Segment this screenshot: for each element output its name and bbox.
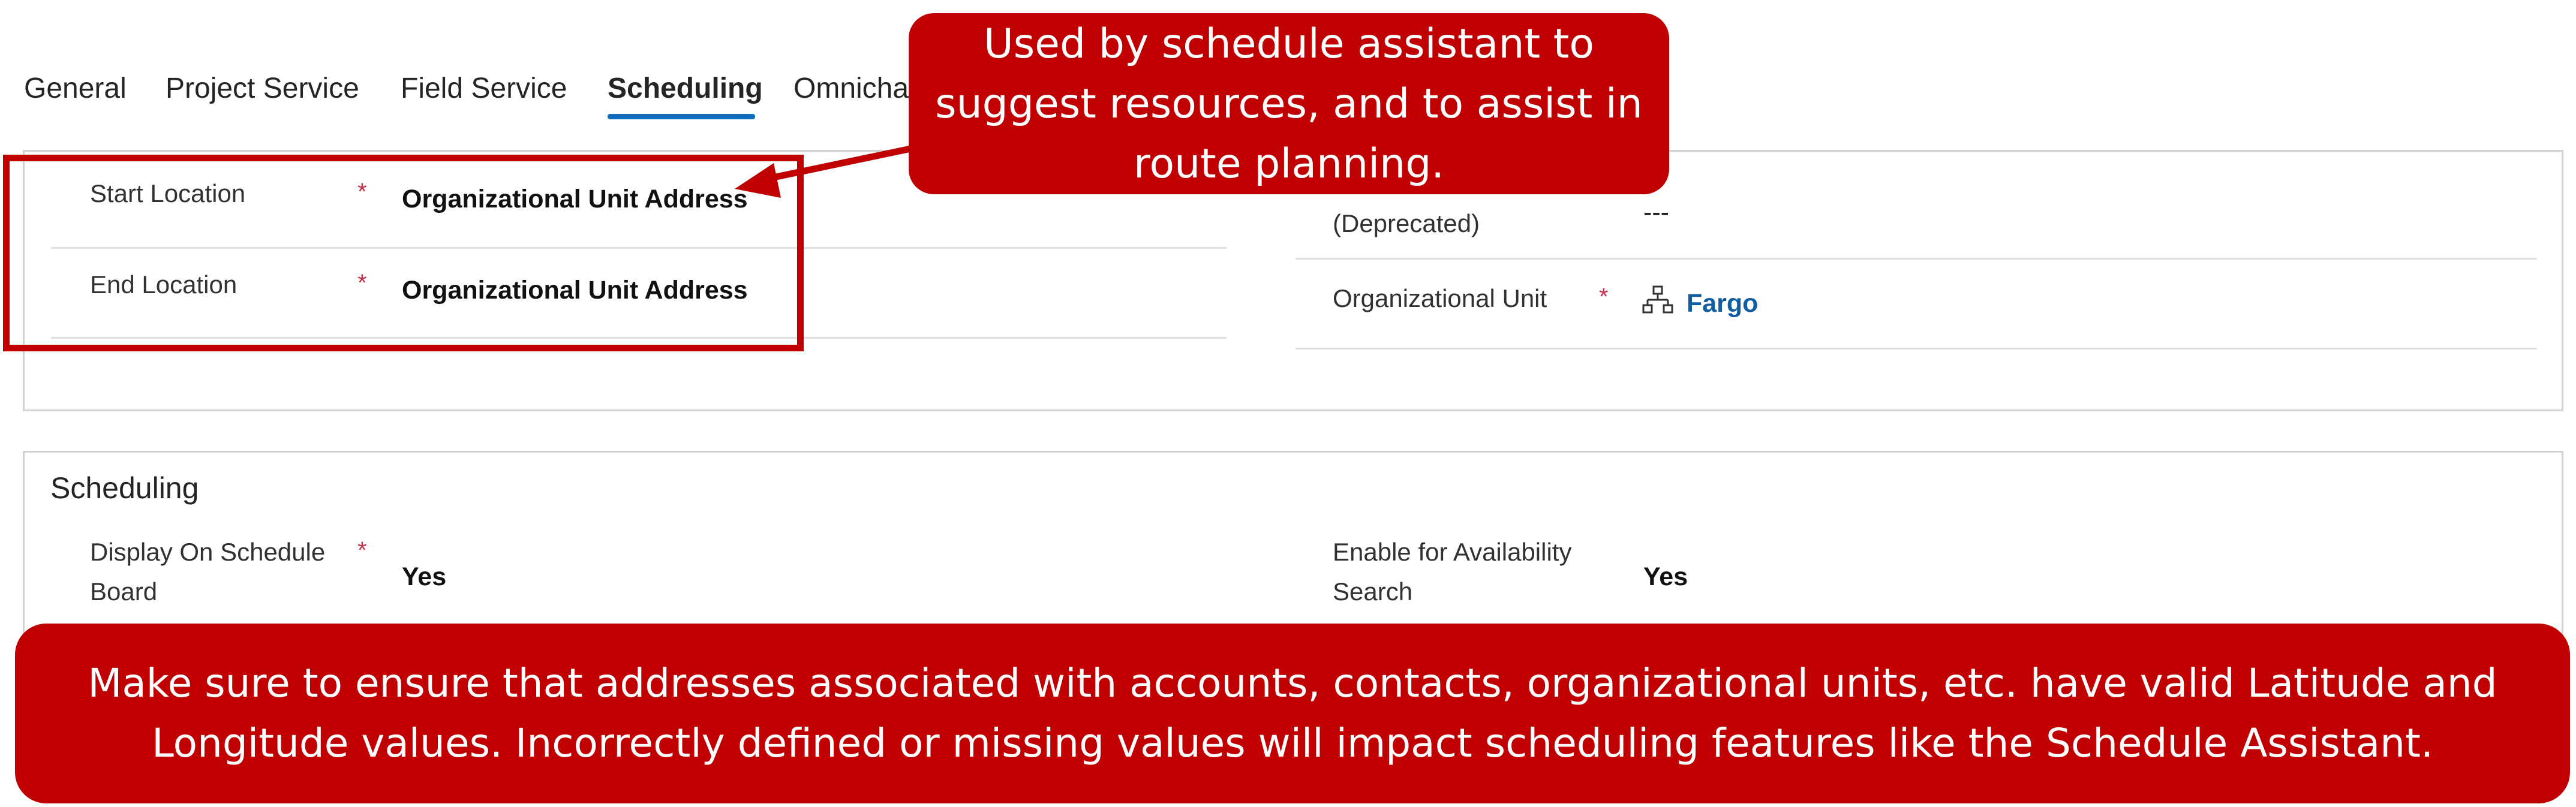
tab-project-service[interactable]: Project Service xyxy=(166,72,359,105)
tab-scheduling[interactable]: Scheduling xyxy=(608,72,763,105)
top-callout: Used by schedule assistant to suggest re… xyxy=(909,13,1669,194)
deprecated-field-label: (Deprecated) xyxy=(1333,209,1480,237)
enable-availability-search-value[interactable]: Yes xyxy=(1643,562,1688,592)
scheduling-section-title: Scheduling xyxy=(50,471,199,505)
display-on-schedule-board-value[interactable]: Yes xyxy=(402,562,446,592)
required-marker: * xyxy=(1599,284,1609,310)
display-on-schedule-board-label: Display On Schedule Board xyxy=(90,538,326,606)
organizational-unit-link[interactable]: Fargo xyxy=(1687,289,1758,318)
tab-general[interactable]: General xyxy=(24,72,127,105)
deprecated-field-value[interactable]: --- xyxy=(1643,198,1669,227)
field-divider xyxy=(1295,348,2537,350)
highlight-box xyxy=(3,155,804,351)
org-hierarchy-icon xyxy=(1642,285,1673,316)
bottom-callout: Make sure to ensure that addresses assoc… xyxy=(15,624,2570,803)
field-divider xyxy=(1295,258,2537,260)
enable-availability-search-label: Enable for Availability Search xyxy=(1333,538,1572,606)
tab-omnichannel[interactable]: Omnicha xyxy=(793,72,909,105)
tab-field-service[interactable]: Field Service xyxy=(401,72,567,105)
required-marker: * xyxy=(357,537,367,564)
organizational-unit-label: Organizational Unit xyxy=(1333,284,1547,312)
